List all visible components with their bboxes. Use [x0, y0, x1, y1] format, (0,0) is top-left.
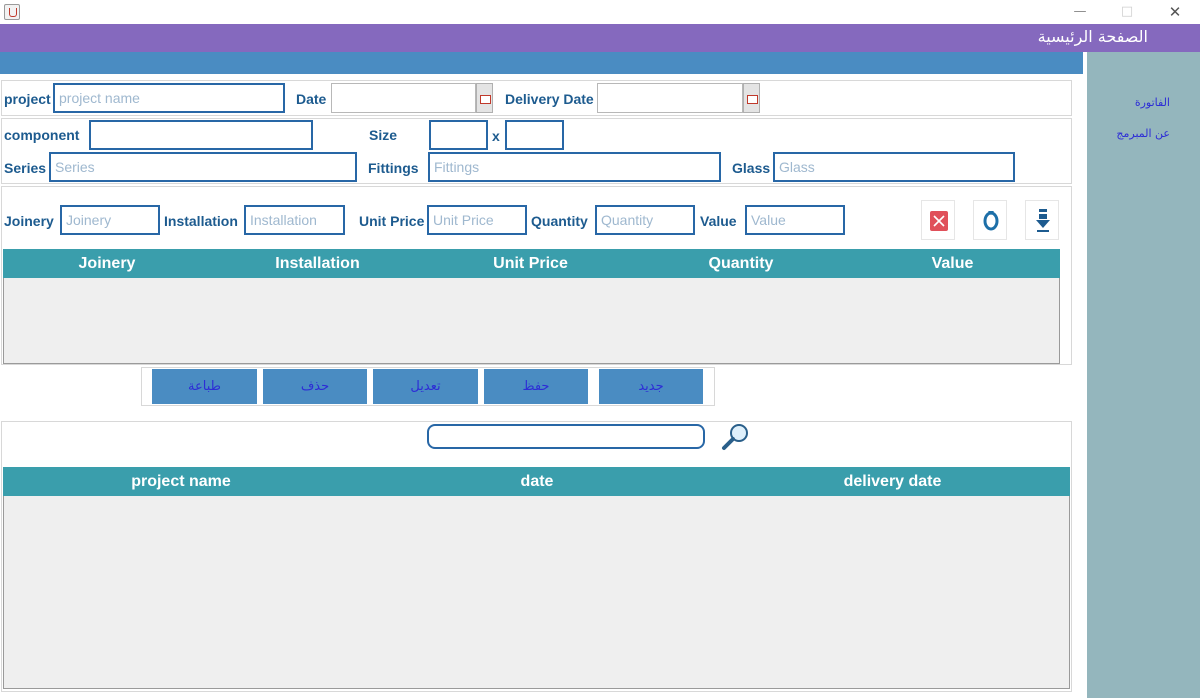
delivery-date-field[interactable] — [597, 83, 743, 113]
column-header-project-name[interactable]: project name — [3, 473, 359, 491]
column-header-joinery[interactable]: Joinery — [3, 255, 211, 273]
glass-label: Glass — [732, 160, 771, 176]
projects-table-body[interactable] — [3, 496, 1070, 689]
sidebar — [1087, 52, 1200, 698]
delivery-date-label: Delivery Date — [505, 91, 594, 107]
projects-table-header: project name date delivery date — [3, 467, 1070, 496]
delete-button[interactable]: حذف — [263, 369, 367, 404]
unit-price-label: Unit Price — [359, 213, 425, 229]
size-width-input[interactable] — [429, 120, 488, 150]
component-input[interactable] — [89, 120, 313, 150]
fittings-input[interactable] — [428, 152, 721, 182]
page-title: الصفحة الرئيسية — [1037, 27, 1148, 46]
quantity-input[interactable] — [595, 205, 695, 235]
minimize-button[interactable]: — — [1057, 0, 1103, 24]
search-button[interactable] — [719, 421, 753, 451]
new-button[interactable]: جديد — [599, 369, 703, 404]
toolbar-strip — [0, 52, 1083, 74]
column-header-quantity[interactable]: Quantity — [637, 255, 845, 273]
print-button[interactable]: طباعة — [152, 369, 257, 404]
value-label: Value — [700, 213, 737, 229]
refresh-row-button[interactable] — [973, 200, 1007, 240]
delete-row-button[interactable] — [921, 200, 955, 240]
edit-button[interactable]: تعديل — [373, 369, 478, 404]
column-header-unit-price[interactable]: Unit Price — [424, 255, 637, 273]
project-name-input[interactable] — [53, 83, 285, 113]
header-bar — [0, 24, 1200, 52]
close-button[interactable]: ✕ — [1152, 0, 1198, 24]
column-header-value[interactable]: Value — [845, 255, 1060, 273]
date-label: Date — [296, 91, 327, 107]
size-x-label: x — [492, 128, 500, 144]
maximize-button[interactable]: □ — [1104, 0, 1150, 24]
column-header-date[interactable]: date — [359, 473, 715, 491]
fittings-label: Fittings — [368, 160, 419, 176]
add-row-button[interactable] — [1025, 200, 1059, 240]
column-header-delivery-date[interactable]: delivery date — [715, 473, 1070, 491]
sidebar-item-about-programmer[interactable]: عن المبرمج — [1116, 127, 1170, 140]
search-input[interactable] — [427, 424, 705, 449]
date-field[interactable] — [331, 83, 476, 113]
window-titlebar — [0, 0, 1200, 24]
size-height-input[interactable] — [505, 120, 564, 150]
delivery-calendar-icon[interactable] — [743, 83, 760, 113]
download-icon — [1036, 209, 1050, 232]
series-label: Series — [4, 160, 47, 176]
search-icon — [722, 424, 748, 450]
series-input[interactable] — [49, 152, 357, 182]
unit-price-input[interactable] — [427, 205, 527, 235]
size-label: Size — [369, 127, 398, 143]
save-button[interactable]: حفظ — [484, 369, 588, 404]
glass-input[interactable] — [773, 152, 1015, 182]
quantity-label: Quantity — [531, 213, 588, 229]
refresh-icon — [983, 211, 999, 231]
items-table-header: Joinery Installation Unit Price Quantity… — [3, 249, 1060, 278]
project-label: project — [4, 91, 51, 107]
column-header-installation[interactable]: Installation — [211, 255, 424, 273]
items-table-body[interactable] — [3, 278, 1060, 364]
value-input[interactable] — [745, 205, 845, 235]
delete-icon — [930, 211, 948, 231]
joinery-input[interactable] — [60, 205, 160, 235]
component-label: component — [4, 127, 80, 143]
calendar-icon[interactable] — [476, 83, 493, 113]
installation-label: Installation — [164, 213, 238, 229]
sidebar-item-invoice[interactable]: الفاتورة — [1135, 96, 1170, 109]
installation-input[interactable] — [244, 205, 345, 235]
java-app-icon — [4, 4, 20, 20]
joinery-label: Joinery — [4, 213, 54, 229]
